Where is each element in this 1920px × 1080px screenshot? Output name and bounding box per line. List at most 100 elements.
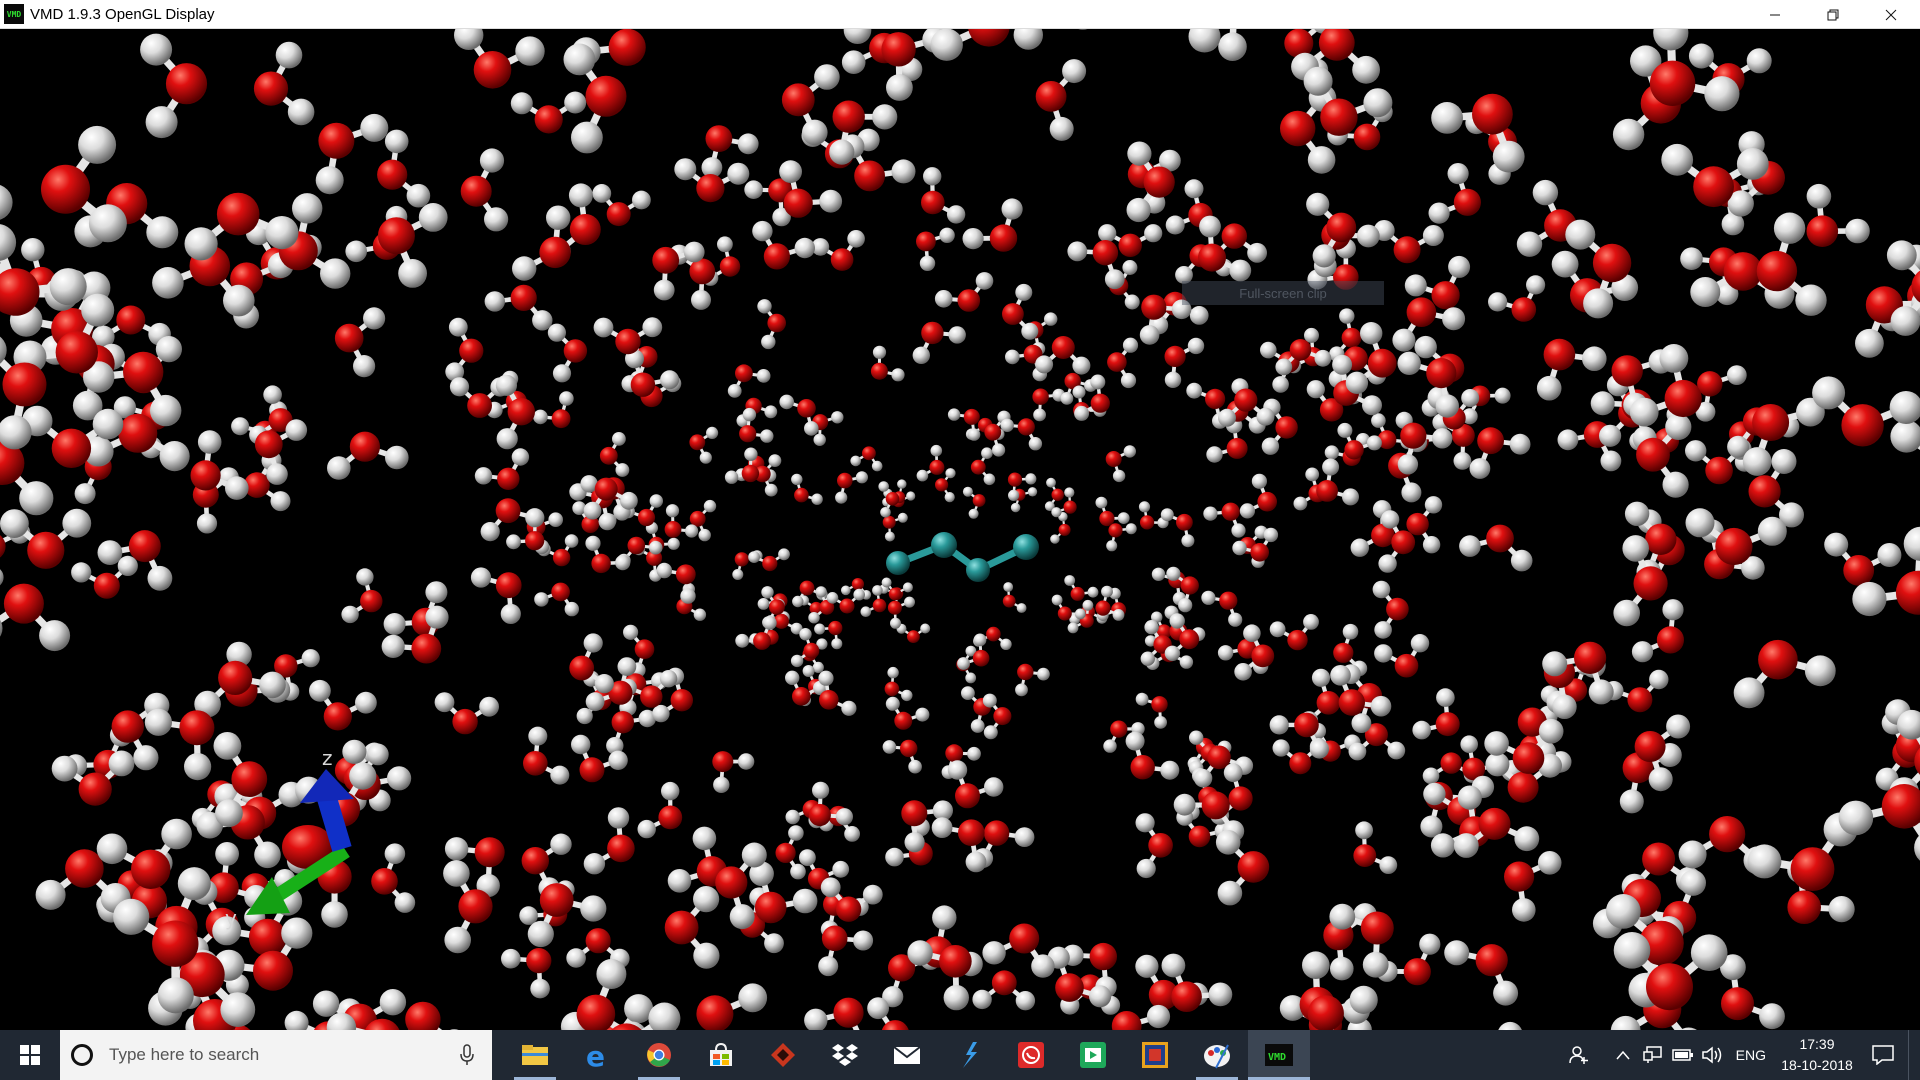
water-molecule (1890, 420, 1920, 453)
svg-text:VMD: VMD (1268, 1052, 1286, 1063)
oxygen-atom (1055, 973, 1084, 1002)
molecule-scene[interactable] (0, 29, 1920, 1030)
oxygen-atom (696, 174, 725, 203)
action-center-button[interactable] (1858, 1030, 1908, 1080)
start-button[interactable] (0, 1030, 60, 1080)
oxygen-atom (689, 434, 706, 451)
taskbar-vmd[interactable]: VMD (1248, 1030, 1310, 1080)
hydrogen-atom (220, 992, 256, 1027)
taskbar-search-box[interactable]: Type here to search (60, 1030, 492, 1080)
oxygen-atom (627, 536, 646, 555)
oxygen-atom (1095, 600, 1111, 616)
hydrogen-atom (1422, 536, 1441, 554)
taskbar-clock[interactable]: 17:39 18-10-2018 (1776, 1034, 1858, 1076)
oxygen-atom (972, 649, 990, 667)
hydrogen-atom (853, 930, 874, 951)
taskbar-store[interactable] (690, 1030, 752, 1080)
hydrogen-atom (685, 524, 699, 538)
input-language[interactable]: ENG (1736, 1047, 1766, 1063)
oxygen-atom (1289, 752, 1312, 775)
taskbar-edge[interactable]: e (566, 1030, 628, 1080)
hydrogen-atom (177, 867, 211, 901)
hydrogen-atom (1624, 501, 1650, 526)
water-molecule (1661, 143, 1769, 208)
oxygen-atom (27, 531, 65, 569)
oxygen-atom (1394, 653, 1419, 678)
oxygen-atom (637, 508, 656, 527)
hydrogen-atom (1184, 179, 1204, 199)
water-molecule (1215, 830, 1270, 906)
water-molecule (885, 696, 930, 730)
volume-button[interactable] (1698, 1030, 1728, 1080)
oxygen-atom (458, 889, 493, 924)
battery-button[interactable] (1668, 1030, 1698, 1080)
hydrogen-atom (1160, 508, 1174, 522)
oxygen-atom (769, 599, 785, 615)
hydrogen-atom (885, 847, 904, 867)
taskbar-file-explorer[interactable] (504, 1030, 566, 1080)
water-molecule (811, 230, 865, 271)
hydrogen-atom (479, 148, 505, 173)
opengl-display-viewport[interactable]: Full-screen clip z y (0, 29, 1920, 1030)
hydrogen-atom (184, 753, 212, 781)
show-hidden-icons-button[interactable] (1608, 1030, 1638, 1080)
microphone-icon[interactable] (460, 1044, 474, 1066)
hydrogen-atom (1771, 449, 1797, 474)
title-bar[interactable]: VMD VMD 1.9.3 OpenGL Display (0, 0, 1920, 29)
hydrogen-atom (96, 833, 128, 865)
taskbar-photo-app[interactable] (1124, 1030, 1186, 1080)
taskbar-paint-app[interactable] (1186, 1030, 1248, 1080)
hydrogen-atom (683, 241, 705, 263)
hydrogen-atom (944, 492, 955, 503)
taskbar-chrome[interactable] (628, 1030, 690, 1080)
hydrogen-atom (1005, 349, 1020, 365)
hydrogen-atom (92, 408, 124, 440)
taskbar-dropbox[interactable] (814, 1030, 876, 1080)
taskbar-mail[interactable] (876, 1030, 938, 1080)
taskbar-whatsapp[interactable] (1000, 1030, 1062, 1080)
water-molecule (1536, 338, 1607, 401)
water-molecules-layer (0, 29, 1920, 1030)
people-button[interactable] (1564, 1030, 1594, 1080)
oxygen-atom (958, 819, 985, 846)
hydrogen-atom (1516, 231, 1543, 257)
hydrogen-atom (1392, 328, 1416, 352)
oxygen-atom (452, 708, 478, 735)
hydrogen-atom (1033, 408, 1046, 422)
vmd-app-icon[interactable]: VMD (4, 4, 24, 24)
hydrogen-atom (667, 869, 692, 893)
network-button[interactable] (1638, 1030, 1668, 1080)
restore-button[interactable] (1804, 0, 1862, 29)
hydrogen-atom (907, 940, 933, 966)
hydrogen-atom (1060, 392, 1074, 405)
hydrogen-atom (479, 696, 499, 717)
close-button[interactable] (1862, 0, 1920, 29)
minimize-button[interactable] (1746, 0, 1804, 29)
oxygen-atom (523, 751, 548, 776)
oxygen-atom (1478, 807, 1511, 840)
water-molecule (1035, 59, 1087, 141)
store-icon (710, 1042, 732, 1066)
hydrogen-atom (841, 585, 851, 596)
taskbar-visual-studio[interactable] (938, 1030, 1000, 1080)
hydrogen-atom (1218, 32, 1247, 61)
hydrogen-atom (147, 565, 173, 591)
taskbar-video-app[interactable] (1062, 1030, 1124, 1080)
hydrogen-atom (1444, 940, 1470, 966)
hydrogen-atom (693, 608, 707, 621)
oxygen-atom (1228, 786, 1253, 811)
hydrogen-atom (197, 430, 222, 454)
hydrogen-atom (886, 74, 913, 101)
taskbar-diamond-app[interactable] (752, 1030, 814, 1080)
edge-icon: e (586, 1042, 605, 1068)
oxygen-atom (1697, 371, 1723, 397)
oxygen-atom (870, 362, 888, 380)
water-molecule (194, 660, 286, 718)
oxygen-atom (1070, 586, 1085, 601)
show-desktop-button[interactable] (1908, 1030, 1920, 1080)
hydrogen-atom (1828, 896, 1855, 923)
windows-logo-icon (20, 1045, 40, 1065)
hydrogen-atom (1015, 991, 1036, 1011)
hydrogen-atom (1852, 581, 1887, 617)
water-molecule (1095, 496, 1130, 527)
